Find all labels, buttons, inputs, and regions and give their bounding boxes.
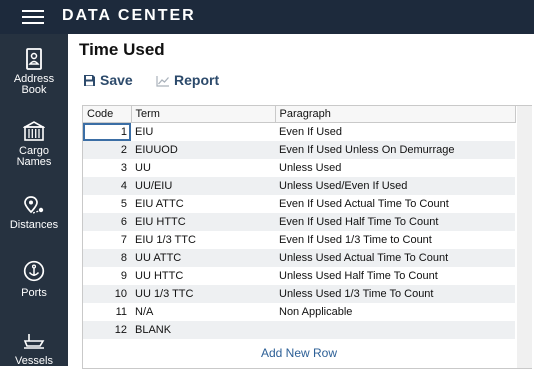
code-cell[interactable]: 2 [83,141,131,159]
app-title: DATA CENTER [62,7,196,24]
address-book-icon [26,48,42,70]
term-cell[interactable]: EIU ATTC [131,195,275,213]
vertical-scrollbar[interactable] [517,106,532,368]
term-cell[interactable]: UU/EIU [131,177,275,195]
sidebar-item-label: Vessels [15,355,53,367]
term-cell[interactable]: UU ATTC [131,249,275,267]
sidebar-item-ports[interactable]: Ports [0,260,68,299]
save-button[interactable]: Save [83,72,133,88]
table-row[interactable]: 6 EIU HTTC Even If Used Half Time To Cou… [83,213,515,231]
sidebar-item-label: Distances [9,219,59,231]
sidebar-item-label: Book [21,84,47,96]
table-row[interactable]: 1 EIU Even If Used [83,122,515,142]
table-row[interactable]: 7 EIU 1/3 TTC Even If Used 1/3 Time to C… [83,231,515,249]
main-content: Time Used Save Report Code Term Paragrap… [68,34,534,369]
menu-icon[interactable] [22,10,44,24]
code-cell[interactable]: 8 [83,249,131,267]
code-cell[interactable]: 9 [83,267,131,285]
term-cell[interactable]: N/A [131,303,275,321]
table-row[interactable]: 4 UU/EIU Unless Used/Even If Used [83,177,515,195]
sidebar-item-vessels[interactable]: Vessels [0,330,68,367]
table-header-row: Code Term Paragraph [83,106,516,123]
column-header-term[interactable]: Term [131,106,276,123]
paragraph-cell[interactable]: Non Applicable [275,303,515,321]
time-used-grid: Code Term Paragraph 1 EIU Even If Used 2… [82,105,532,369]
term-cell[interactable]: UU 1/3 TTC [131,285,275,303]
sidebar-item-address-book[interactable]: Address Book [0,48,68,96]
code-cell[interactable]: 6 [83,213,131,231]
table-row[interactable]: 3 UU Unless Used [83,159,515,177]
code-cell[interactable]: 7 [83,231,131,249]
save-label: Save [100,72,133,88]
chart-line-icon [156,76,169,87]
paragraph-cell[interactable]: Even If Used 1/3 Time to Count [275,231,515,249]
data-table: Code Term Paragraph 1 EIU Even If Used 2… [83,106,516,339]
report-label: Report [174,72,220,88]
table-row[interactable]: 11 N/A Non Applicable [83,303,515,321]
sidebar: Address Book Cargo Names Distances Ports… [0,34,68,367]
code-cell[interactable]: 1 [83,122,131,141]
top-bar: DATA CENTER [0,0,534,34]
sidebar-item-label: Ports [21,287,47,299]
table-row[interactable]: 12 BLANK [83,321,515,339]
paragraph-cell[interactable]: Unless Used Actual Time To Count [275,249,515,267]
sidebar-item-distances[interactable]: Distances [0,194,68,231]
paragraph-cell[interactable]: Unless Used 1/3 Time To Count [275,285,515,303]
code-cell[interactable]: 3 [83,159,131,177]
add-new-row-link[interactable]: Add New Row [83,346,515,360]
paragraph-cell[interactable] [275,321,515,339]
term-cell[interactable]: EIU [131,123,275,142]
term-cell[interactable]: BLANK [131,321,275,339]
table-row[interactable]: 10 UU 1/3 TTC Unless Used 1/3 Time To Co… [83,285,515,303]
route-pin-icon [24,196,44,214]
anchor-icon [23,260,45,282]
code-cell[interactable]: 5 [83,195,131,213]
paragraph-cell[interactable]: Unless Used/Even If Used [275,177,515,195]
term-cell[interactable]: UU HTTC [131,267,275,285]
term-cell[interactable]: UU [131,159,275,177]
code-cell[interactable]: 12 [83,321,131,339]
code-cell[interactable]: 4 [83,177,131,195]
column-header-paragraph[interactable]: Paragraph [275,106,516,123]
page-title: Time Used [79,40,165,59]
ship-icon [23,334,45,349]
term-cell[interactable]: EIU HTTC [131,213,275,231]
column-header-code[interactable]: Code [83,106,132,123]
term-cell[interactable]: EIU 1/3 TTC [131,231,275,249]
sidebar-item-label: Names [16,156,52,168]
code-cell[interactable]: 10 [83,285,131,303]
table-row[interactable]: 9 UU HTTC Unless Used Half Time To Count [83,267,515,285]
table-row[interactable]: 5 EIU ATTC Even If Used Actual Time To C… [83,195,515,213]
table-row[interactable]: 2 EIUUOD Even If Used Unless On Demurrag… [83,141,515,159]
table-row[interactable]: 8 UU ATTC Unless Used Actual Time To Cou… [83,249,515,267]
paragraph-cell[interactable]: Even If Used [275,123,515,142]
paragraph-cell[interactable]: Even If Used Actual Time To Count [275,195,515,213]
save-icon [84,75,95,86]
paragraph-cell[interactable]: Even If Used Unless On Demurrage [275,141,515,159]
sidebar-item-cargo-names[interactable]: Cargo Names [0,120,68,168]
cargo-container-icon [23,121,45,141]
term-cell[interactable]: EIUUOD [131,141,275,159]
paragraph-cell[interactable]: Unless Used Half Time To Count [275,267,515,285]
code-cell[interactable]: 11 [83,303,131,321]
paragraph-cell[interactable]: Even If Used Half Time To Count [275,213,515,231]
paragraph-cell[interactable]: Unless Used [275,159,515,177]
report-button[interactable]: Report [156,72,219,88]
